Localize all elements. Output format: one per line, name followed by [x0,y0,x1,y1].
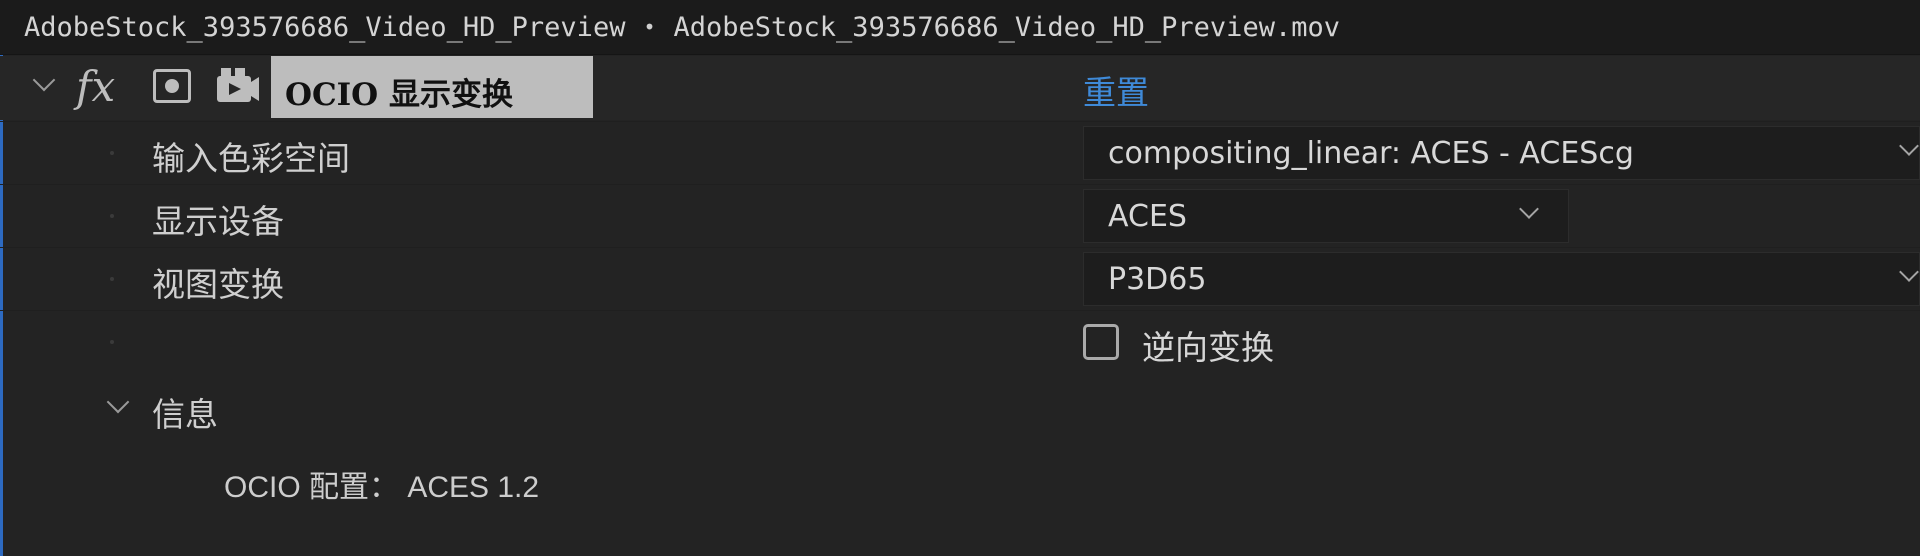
reset-button[interactable]: 重置 [1083,66,1149,114]
invert-transform-label: 逆向变换 [1142,328,1274,367]
composition-name: AdobeStock_393576686_Video_HD_Preview [24,11,626,43]
property-label: 视图变换 [152,265,284,304]
property-dot-icon [110,214,114,218]
property-row-input-colorspace: 输入色彩空间 compositing_linear: ACES - ACEScg [0,121,1920,184]
effect-collapse-chevron-icon[interactable] [32,68,56,92]
effect-compositing-options-icon[interactable] [215,66,261,106]
chevron-down-icon [1899,262,1919,282]
property-row-invert: 逆向变换 [0,310,1920,373]
property-row-display-device: 显示设备 ACES [0,184,1920,247]
info-group-label: 信息 [152,395,218,434]
title-separator: • [643,15,656,39]
ocio-config-text: OCIO 配置： ACES 1.2 [224,471,540,504]
effect-mask-icon[interactable] [153,69,191,103]
chevron-down-icon [1519,199,1539,219]
property-dot-icon [110,151,114,155]
effect-controls-panel: AdobeStock_393576686_Video_HD_Preview • … [0,0,1920,556]
property-dot-icon [110,277,114,281]
invert-transform-checkbox[interactable] [1083,324,1119,360]
info-collapse-chevron-icon[interactable] [106,390,130,414]
info-group-row: 信息 [0,378,1920,440]
dropdown-value: ACES [1108,198,1187,234]
display-device-dropdown[interactable]: ACES [1083,189,1569,243]
panel-titlebar: AdobeStock_393576686_Video_HD_Preview • … [0,0,1920,55]
property-label: 显示设备 [152,202,284,241]
property-dot-icon [110,340,114,344]
chevron-down-icon [1899,136,1919,156]
layer-name: AdobeStock_393576686_Video_HD_Preview.mo… [673,11,1340,43]
view-transform-dropdown[interactable]: P3D65 [1083,252,1920,306]
property-label: 输入色彩空间 [152,139,350,178]
dropdown-value: P3D65 [1108,261,1207,297]
effect-header-row: fx OCIO 显示变换 重置 [0,56,1920,120]
input-colorspace-dropdown[interactable]: compositing_linear: ACES - ACEScg [1083,126,1920,180]
property-row-view-transform: 视图变换 P3D65 [0,247,1920,310]
dropdown-value: compositing_linear: ACES - ACEScg [1108,135,1634,171]
effect-name[interactable]: OCIO 显示变换 [271,56,593,118]
fx-toggle-icon[interactable]: fx [76,60,132,114]
